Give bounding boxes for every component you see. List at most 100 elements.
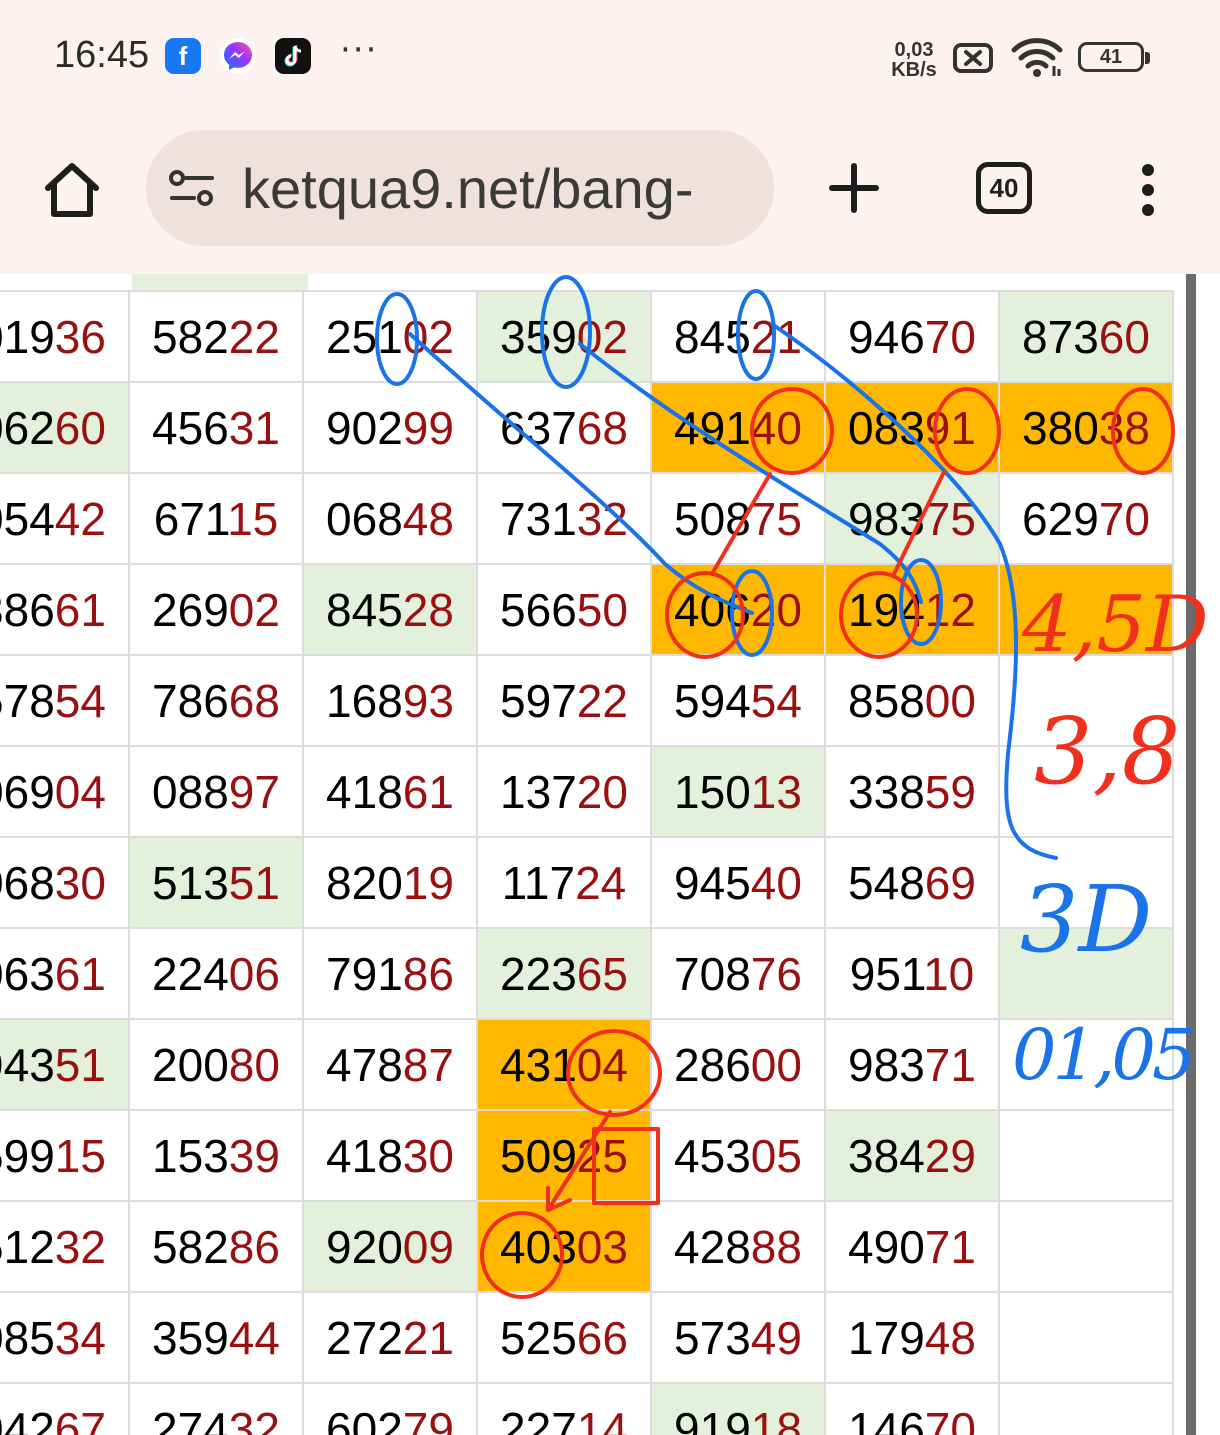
scrollbar[interactable] [1186, 274, 1196, 1435]
messenger-icon [220, 38, 256, 74]
result-cell: 22406 [128, 927, 304, 1020]
result-tail-digits: 48 [402, 492, 454, 545]
result-cell: 94670 [824, 290, 1000, 383]
result-cell: 25102 [302, 290, 478, 383]
result-tail-digits: 20 [576, 765, 628, 818]
result-head-digits: 548 [848, 856, 925, 909]
result-tail-digits: 69 [924, 856, 976, 909]
result-tail-digits: 91 [924, 401, 976, 454]
result-cell: 45305 [650, 1109, 826, 1202]
result-head-digits: 525 [500, 1311, 577, 1364]
result-head-digits: 456 [152, 401, 229, 454]
battery-indicator: 41 [1078, 42, 1150, 72]
result-cell: 41861 [302, 745, 478, 838]
result-cell: 13720 [476, 745, 652, 838]
network-speed: 0,03 KB/s [884, 40, 944, 80]
result-tail-digits: 32 [228, 1402, 280, 1435]
status-bar: 16:45 f ··· 0,03 KB/s 41 [0, 0, 1220, 110]
result-tail-digits: 22 [576, 674, 628, 727]
result-cell: 38429 [824, 1109, 1000, 1202]
result-head-digits: 146 [848, 1402, 925, 1435]
url-text[interactable]: ketqua9.net/bang- [242, 156, 693, 221]
result-tail-digits: 40 [750, 401, 802, 454]
result-head-digits: 509 [500, 1129, 577, 1182]
browser-chrome: 16:45 f ··· 0,03 KB/s 41 ketqua9.net/ban… [0, 0, 1220, 274]
result-cell: 98375 [824, 472, 1000, 565]
result-tail-digits: 38 [1098, 401, 1150, 454]
result-cell: 90299 [302, 381, 478, 474]
more-options-icon[interactable] [1130, 162, 1166, 218]
result-cell: 28600 [650, 1018, 826, 1111]
result-cell: 52566 [476, 1291, 652, 1384]
result-tail-digits: 50 [576, 583, 628, 636]
result-head-digits: 153 [152, 1129, 229, 1182]
result-head-digits: 671 [153, 492, 228, 545]
tab-switcher-button[interactable]: 40 [976, 162, 1032, 214]
result-head-digits: 418 [326, 765, 403, 818]
result-tail-digits: 97 [228, 765, 280, 818]
result-head-digits: 594 [674, 674, 751, 727]
address-bar[interactable]: ketqua9.net/bang- [146, 130, 774, 246]
new-tab-icon[interactable] [826, 160, 882, 216]
result-head-digits: 150 [674, 765, 751, 818]
result-cell: 59915 [0, 1109, 130, 1202]
result-cell: 26902 [128, 563, 304, 656]
result-head-digits: 224 [152, 947, 229, 1000]
result-tail-digits: 19 [402, 856, 454, 909]
result-cell: 22714 [476, 1382, 652, 1435]
table-row: 599151533941830509254530538429 [0, 1109, 1174, 1202]
result-tail-digits: 39 [228, 1129, 280, 1182]
result-tail-digits: 20 [750, 583, 802, 636]
result-cell: 63768 [476, 381, 652, 474]
result-cell: 27432 [128, 1382, 304, 1435]
result-cell: 04267 [0, 1382, 130, 1435]
result-cell [998, 1382, 1174, 1435]
result-tail-digits: 04 [576, 1038, 628, 1091]
table-row: 042672743260279227149191814670 [0, 1382, 1174, 1435]
result-tail-digits: 06 [228, 947, 280, 1000]
result-tail-digits: 54 [54, 674, 106, 727]
result-tail-digits: 67 [54, 1402, 106, 1435]
result-cell [998, 1109, 1174, 1202]
result-tail-digits: 80 [228, 1038, 280, 1091]
result-cell: 59722 [476, 654, 652, 747]
result-head-digits: 117 [501, 856, 576, 909]
result-tail-digits: 12 [924, 583, 976, 636]
result-head-digits: 708 [674, 947, 751, 1000]
table-row: 578547866816893597225945485800 [0, 654, 1174, 747]
network-speed-value: 0,03 [894, 39, 934, 61]
site-info-icon[interactable] [168, 168, 216, 208]
result-cell: 92009 [302, 1200, 478, 1293]
blue-note-2: 01,05 [1012, 1014, 1196, 1096]
result-head-digits: 019 [0, 310, 55, 363]
result-tail-digits: 88 [750, 1220, 802, 1273]
result-tail-digits: 02 [228, 583, 280, 636]
result-tail-digits: 99 [402, 401, 454, 454]
result-cell: 47887 [302, 1018, 478, 1111]
result-cell: 73132 [476, 472, 652, 565]
result-head-digits: 088 [152, 765, 229, 818]
result-cell: 85800 [824, 654, 1000, 747]
result-cell: 33859 [824, 745, 1000, 838]
result-tail-digits: 60 [1098, 310, 1150, 363]
result-head-digits: 338 [848, 765, 925, 818]
result-tail-digits: 86 [402, 947, 454, 1000]
home-icon[interactable] [40, 158, 104, 222]
result-head-digits: 786 [152, 674, 229, 727]
result-cell: 78668 [128, 654, 304, 747]
result-cell: 94351 [0, 1018, 130, 1111]
result-head-digits: 083 [848, 401, 925, 454]
result-cell: 51232 [0, 1200, 130, 1293]
result-cell: 59454 [650, 654, 826, 747]
result-cell: 40620 [650, 563, 826, 656]
result-tail-digits: 71 [924, 1220, 976, 1273]
red-note-2: 3,8 [1034, 698, 1181, 805]
page-content[interactable]: 0193658222251023590284521946708736006260… [0, 274, 1220, 1435]
table-row: 512325828692009403034288849071 [0, 1200, 1174, 1293]
result-cell: 42888 [650, 1200, 826, 1293]
result-tail-digits: 70 [924, 1402, 976, 1435]
result-head-digits: 286 [674, 1038, 751, 1091]
result-cell: 60279 [302, 1382, 478, 1435]
result-tail-digits: 10 [923, 947, 975, 1000]
result-cell: 67115 [128, 472, 304, 565]
